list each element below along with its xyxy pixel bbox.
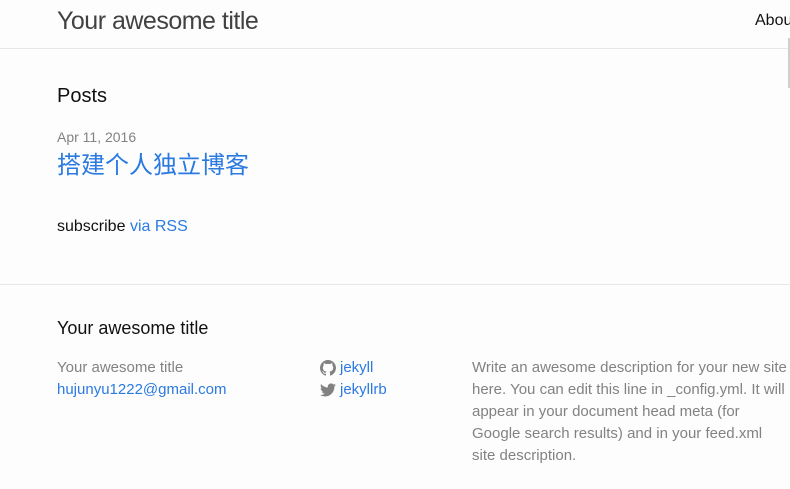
footer-heading: Your awesome title — [57, 318, 209, 338]
post-title-link[interactable]: 搭建个人独立博客 — [57, 150, 249, 182]
nav-link-about[interactable]: Abou — [755, 10, 790, 32]
rss-subscribe: subscribe via RSS — [57, 216, 188, 238]
github-icon — [320, 360, 336, 376]
page-heading: Posts — [57, 85, 108, 107]
site-description: Write an awesome description for your ne… — [472, 359, 787, 464]
post-date: Apr 11, 2016 — [57, 129, 137, 145]
twitter-link[interactable]: jekyllrb — [320, 379, 387, 401]
rss-prefix: subscribe — [57, 218, 126, 235]
twitter-username: jekyllrb — [340, 381, 387, 398]
rss-link[interactable]: via RSS — [130, 218, 188, 235]
footer-contact: Your awesome title hujunyu1222@gmail.com — [57, 357, 227, 401]
github-username: jekyll — [340, 359, 374, 376]
footer-email-link[interactable]: hujunyu1222@gmail.com — [57, 379, 227, 401]
site-title-link[interactable]: Your awesome title — [57, 5, 259, 37]
footer-site-name: Your awesome title — [57, 359, 184, 376]
github-link[interactable]: jekyll — [320, 357, 387, 379]
site-header: Your awesome title Abou — [0, 0, 790, 49]
footer-social: jekyll jekyllrb — [320, 357, 387, 401]
twitter-icon — [320, 382, 336, 398]
